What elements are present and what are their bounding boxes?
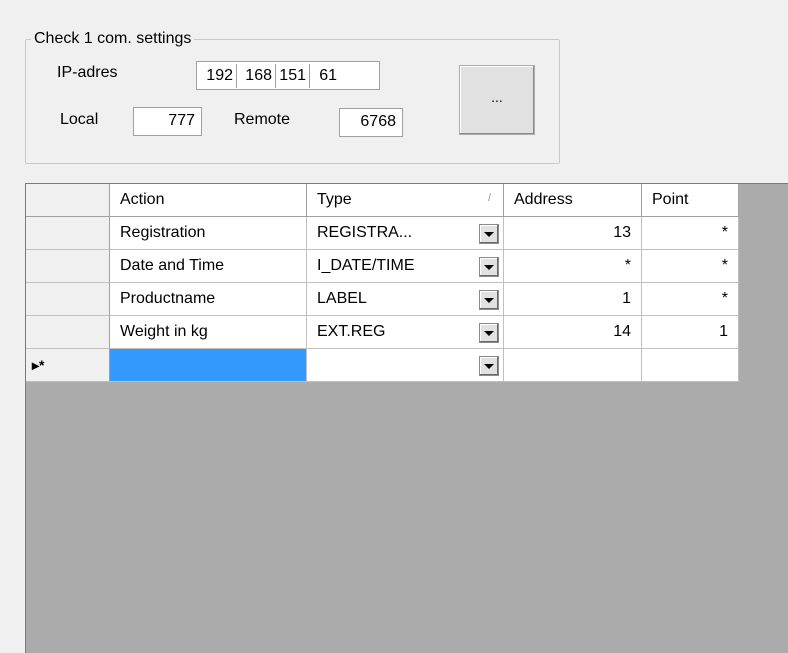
grid-header: Action Type / Address Point [26, 184, 739, 217]
chevron-down-icon [484, 297, 494, 303]
address-cell[interactable] [504, 349, 642, 382]
browse-button[interactable]: ... [459, 65, 535, 135]
remote-port-input[interactable]: 6768 [339, 108, 403, 137]
action-cell[interactable]: Registration [110, 217, 307, 250]
chevron-down-icon [484, 363, 494, 369]
type-cell[interactable]: REGISTRA... [307, 217, 504, 250]
table-row[interactable]: Productname LABEL 1 * [26, 283, 739, 316]
type-dropdown-button[interactable] [479, 257, 499, 277]
chevron-down-icon [484, 264, 494, 270]
ip-octet-1[interactable]: 192 [197, 63, 237, 88]
column-header-type[interactable]: Type / [307, 184, 504, 217]
column-header-point[interactable]: Point [642, 184, 739, 217]
ip-address-input[interactable]: 192 168 151 61 [196, 61, 380, 90]
point-cell[interactable] [642, 349, 739, 382]
table-row[interactable]: Registration REGISTRA... 13 * [26, 217, 739, 250]
point-cell[interactable]: * [642, 217, 739, 250]
type-cell[interactable]: LABEL [307, 283, 504, 316]
column-header-address[interactable]: Address [504, 184, 642, 217]
type-value: I_DATE/TIME [317, 257, 415, 274]
row-header[interactable] [26, 316, 110, 349]
table-row[interactable]: Weight in kg EXT.REG 14 1 [26, 316, 739, 349]
point-cell[interactable]: * [642, 250, 739, 283]
type-dropdown-button[interactable] [479, 356, 499, 376]
action-cell[interactable]: Productname [110, 283, 307, 316]
column-header-action[interactable]: Action [110, 184, 307, 217]
row-header[interactable] [26, 283, 110, 316]
type-cell[interactable] [307, 349, 504, 382]
action-cell[interactable] [110, 349, 307, 382]
row-header[interactable] [26, 250, 110, 283]
local-port-input[interactable]: 777 [133, 107, 202, 136]
type-dropdown-button[interactable] [479, 290, 499, 310]
local-port-label: Local [60, 111, 99, 128]
type-value: LABEL [317, 290, 367, 307]
ip-octet-4[interactable]: 61 [310, 64, 343, 88]
com-settings-title: Check 1 com. settings [31, 30, 195, 48]
chevron-down-icon [484, 330, 494, 336]
address-cell[interactable]: 13 [504, 217, 642, 250]
type-dropdown-button[interactable] [479, 224, 499, 244]
remote-port-label: Remote [234, 111, 291, 128]
row-header[interactable] [26, 217, 110, 250]
new-row-marker-icon[interactable]: ▸* [26, 349, 110, 382]
type-cell[interactable]: EXT.REG [307, 316, 504, 349]
point-cell[interactable]: * [642, 283, 739, 316]
address-cell[interactable]: * [504, 250, 642, 283]
ip-octet-2[interactable]: 168 [237, 63, 276, 88]
point-cell[interactable]: 1 [642, 316, 739, 349]
address-cell[interactable]: 1 [504, 283, 642, 316]
type-value: EXT.REG [317, 323, 386, 340]
table-row[interactable]: Date and Time I_DATE/TIME * * [26, 250, 739, 283]
row-header-corner[interactable] [26, 184, 110, 217]
actions-grid[interactable]: Action Type / Address Point Registration… [25, 183, 788, 653]
column-header-type-label: Type [317, 191, 352, 208]
chevron-down-icon [484, 231, 494, 237]
type-dropdown-button[interactable] [479, 323, 499, 343]
new-table-row[interactable]: ▸* [26, 349, 739, 382]
type-cell[interactable]: I_DATE/TIME [307, 250, 504, 283]
ip-octet-3[interactable]: 151 [276, 63, 310, 88]
action-cell[interactable]: Date and Time [110, 250, 307, 283]
sort-glyph-icon: / [487, 192, 491, 204]
type-value: REGISTRA... [317, 224, 413, 241]
ip-label: IP-adres [57, 64, 118, 81]
address-cell[interactable]: 14 [504, 316, 642, 349]
action-cell[interactable]: Weight in kg [110, 316, 307, 349]
